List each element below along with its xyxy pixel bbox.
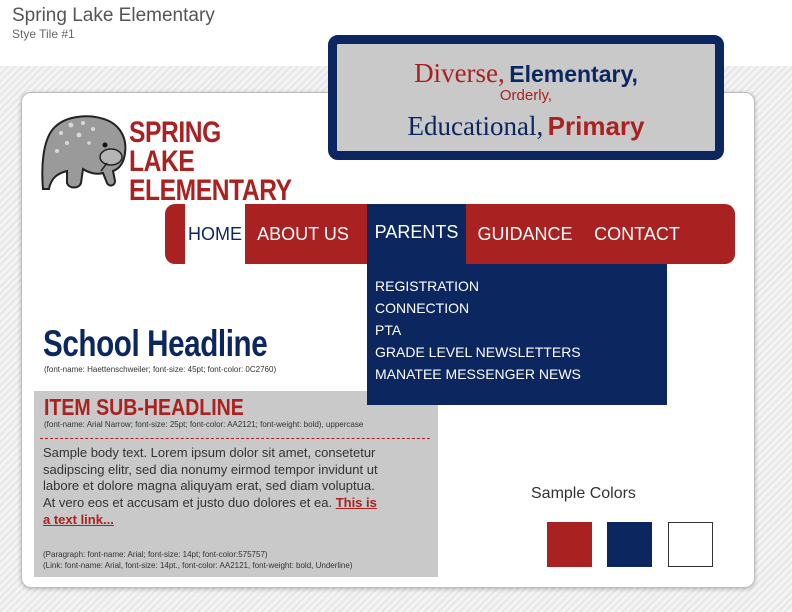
nav-guidance[interactable]: GUIDANCE <box>471 204 579 264</box>
paragraph-font-notes: (Paragraph: font-name: Arial; font-size:… <box>43 549 353 571</box>
adjective-educational: Educational, <box>407 111 544 141</box>
adjective-orderly: Orderly, <box>499 87 553 104</box>
subheadline-font-note: (font-name: Arial Narrow; font-size: 25p… <box>44 420 364 429</box>
style-adjectives-tile: Diverse, Elementary, Orderly, Educationa… <box>328 35 724 160</box>
adjective-elementary: Elementary, <box>509 61 638 87</box>
page-subtitle: Stye Tile #1 <box>12 27 75 41</box>
paragraph-font-note: (Paragraph: font-name: Arial; font-size:… <box>43 550 268 559</box>
item-sub-headline: ITEM SUB-HEADLINE <box>44 394 244 420</box>
dropdown-item-connection[interactable]: CONNECTION <box>375 298 667 320</box>
page-title: Spring Lake Elementary <box>12 5 215 26</box>
dashed-divider <box>40 438 430 439</box>
sample-body-text: Sample body text. Lorem ipsum dolor sit … <box>43 445 383 529</box>
dropdown-item-messenger[interactable]: MANATEE MESSENGER NEWS <box>375 364 667 386</box>
link-font-note: (Link: font-name: Arial, font-size: 14pt… <box>43 561 353 570</box>
swatch-white <box>668 522 713 567</box>
nav-contact[interactable]: CONTACT <box>589 204 685 264</box>
manatee-mascot-icon <box>41 115 127 190</box>
parents-dropdown-menu: REGISTRATION CONNECTION PTA GRADE LEVEL … <box>367 264 667 405</box>
nav-parents[interactable]: PARENTS <box>367 204 466 264</box>
school-logo-wordmark[interactable]: SPRING LAKE ELEMENTARY <box>129 116 292 207</box>
adjective-diverse: Diverse, <box>414 58 505 88</box>
swatch-blue <box>607 522 652 567</box>
dropdown-item-newsletters[interactable]: GRADE LEVEL NEWSLETTERS <box>375 342 667 364</box>
swatch-red <box>547 522 592 567</box>
school-headline: School Headline <box>43 323 268 364</box>
adjective-primary: Primary <box>547 111 645 141</box>
nav-home[interactable]: HOME <box>185 204 245 264</box>
sample-colors-label: Sample Colors <box>531 485 636 502</box>
body-paragraph: Sample body text. Lorem ipsum dolor sit … <box>43 445 378 511</box>
nav-about-us[interactable]: ABOUT US <box>247 204 359 264</box>
dropdown-item-pta[interactable]: PTA <box>375 320 667 342</box>
content-sample-box: ITEM SUB-HEADLINE (font-name: Arial Narr… <box>34 391 438 577</box>
logo-line-1: SPRING LAKE <box>129 116 221 178</box>
headline-font-note: (font-name: Haettenschweiler; font-size:… <box>44 365 277 374</box>
main-navigation: HOME ABOUT US PARENTS GUIDANCE CONTACT <box>165 204 735 264</box>
logo-line-2: ELEMENTARY <box>129 174 292 207</box>
dropdown-item-registration[interactable]: REGISTRATION <box>375 276 667 298</box>
